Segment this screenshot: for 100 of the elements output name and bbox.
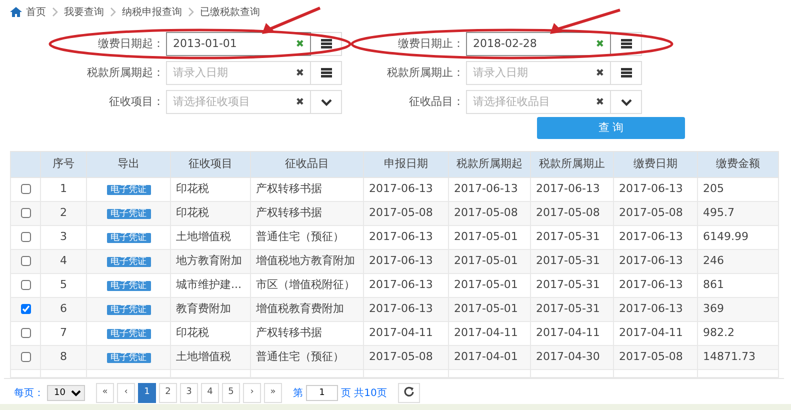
row-checkbox[interactable] — [20, 352, 30, 362]
table-cell: 2017-05-01 — [454, 278, 518, 292]
column-header[interactable]: 序号 — [40, 152, 86, 178]
row-checkbox[interactable] — [20, 256, 30, 266]
chevron-icon — [188, 7, 194, 17]
table-cell: 6149.99 — [703, 230, 748, 244]
table-cell: 982.2 — [703, 326, 734, 340]
column-header[interactable]: 缴费金额 — [698, 152, 778, 178]
page-button[interactable]: 3 — [180, 383, 198, 403]
breadcrumb-link[interactable]: 已缴税款查询 — [200, 4, 260, 20]
input-field[interactable]: 请选择征收项目 ✖ — [166, 90, 311, 114]
page-button[interactable]: » — [264, 383, 282, 403]
column-header[interactable]: 征收品目 — [250, 152, 364, 178]
clear-icon[interactable]: ✖ — [590, 66, 610, 80]
clear-icon[interactable]: ✖ — [290, 66, 310, 80]
row-checkbox[interactable] — [20, 184, 30, 194]
input-field[interactable]: 请录入日期 ✖ — [166, 61, 311, 85]
home-icon — [10, 6, 22, 18]
field-label: 缴费日期起： — [97, 36, 165, 52]
column-header[interactable]: 缴费日期 — [614, 152, 698, 178]
table-cell: 2017-05-31 — [536, 278, 600, 292]
table-cell: 2017-05-31 — [536, 230, 600, 244]
breadcrumb-link[interactable]: 我要查询 — [64, 4, 104, 20]
column-header[interactable]: 征收项目 — [170, 152, 250, 178]
page-button[interactable]: 1 — [138, 383, 156, 403]
table-cell: 495.7 — [703, 206, 734, 220]
column-header[interactable]: 税款所属期止 — [530, 152, 614, 178]
table-cell: 2017-06-13 — [369, 230, 433, 244]
table-cell: 2017-06-13 — [619, 278, 683, 292]
table-cell: 2017-04-11 — [619, 326, 683, 340]
table-cell: 产权转移书据 — [256, 326, 322, 340]
input-field[interactable]: 请录入日期 ✖ — [466, 61, 611, 85]
page-button[interactable]: 5 — [222, 383, 240, 403]
page-button[interactable]: « — [96, 383, 114, 403]
table-cell: 861 — [703, 278, 724, 292]
calendar-button[interactable] — [311, 61, 342, 85]
table-cell: 印花税 — [176, 326, 209, 340]
input-field[interactable]: 2013-01-01 ✖ — [166, 32, 311, 56]
breadcrumb-link[interactable]: 首页 — [26, 4, 46, 20]
row-checkbox[interactable] — [20, 328, 30, 338]
page-button[interactable]: ‹ — [117, 383, 135, 403]
field-label: 征收品目： — [408, 94, 465, 110]
table-cell: 2017-06-13 — [619, 302, 683, 316]
table-cell: 2017-06-13 — [369, 278, 433, 292]
page-input[interactable]: 1 — [306, 385, 338, 401]
clear-icon[interactable]: ✖ — [590, 36, 610, 52]
table-cell: 2017-04-11 — [454, 326, 518, 340]
input-field[interactable]: 请选择征收品目 ✖ — [466, 90, 611, 114]
table-cell: 2017-06-13 — [619, 254, 683, 268]
chevron-down-icon — [620, 98, 632, 106]
table-cell: 增值税地方教育附加 — [256, 254, 355, 268]
row-checkbox[interactable] — [20, 304, 30, 314]
breadcrumb-link[interactable]: 纳税申报查询 — [122, 4, 182, 20]
table-cell: 普通住宅（预征） — [256, 230, 344, 244]
field-label: 征收项目： — [108, 94, 165, 110]
table-cell: 2017-05-01 — [454, 254, 518, 268]
table-cell: 土地增值税 — [176, 230, 231, 244]
table-cell: 2017-06-13 — [619, 230, 683, 244]
table-cell: 7 — [60, 326, 67, 340]
table-cell: 8 — [60, 350, 67, 364]
table-cell: 2017-05-31 — [536, 254, 600, 268]
column-header[interactable]: 税款所属期起 — [448, 152, 530, 178]
clear-icon[interactable]: ✖ — [290, 94, 310, 110]
table-cell: 2017-04-11 — [369, 326, 433, 340]
page-button[interactable]: 2 — [159, 383, 177, 403]
row-checkbox[interactable] — [20, 208, 30, 218]
table-cell: 印花税 — [176, 182, 209, 196]
row-checkbox[interactable] — [20, 232, 30, 242]
table-cell: 2017-06-13 — [369, 302, 433, 316]
table-cell: 城市维护建... — [176, 278, 242, 292]
clear-icon[interactable]: ✖ — [290, 36, 310, 52]
annotation-arrow — [550, 8, 620, 34]
table-cell: 2017-06-13 — [454, 182, 518, 196]
clear-icon[interactable]: ✖ — [590, 94, 610, 110]
column-header[interactable]: 导出 — [86, 152, 170, 178]
table-cell: 2017-05-08 — [369, 350, 433, 364]
table-cell: 2 — [60, 206, 67, 220]
calendar-icon — [320, 68, 332, 78]
dropdown-button[interactable] — [611, 90, 642, 114]
table-cell: 2017-04-11 — [536, 326, 600, 340]
table-cell: 产权转移书据 — [256, 182, 322, 196]
calendar-button[interactable] — [611, 61, 642, 85]
table-cell: 2017-05-08 — [619, 206, 683, 220]
dropdown-button[interactable] — [311, 90, 342, 114]
table-cell: 2017-05-08 — [536, 206, 600, 220]
calendar-icon — [320, 39, 332, 49]
field-label: 税款所属期止： — [386, 64, 465, 81]
table-cell: 2017-05-08 — [619, 350, 683, 364]
page-button[interactable]: 4 — [201, 383, 219, 403]
input-field[interactable]: 2018-02-28 ✖ — [466, 32, 611, 56]
table-cell: 增值税教育费附加 — [256, 302, 344, 316]
table-cell: 2017-06-13 — [369, 182, 433, 196]
table-cell: 14871.73 — [703, 350, 756, 364]
chevron-icon — [110, 7, 116, 17]
column-header[interactable]: 申报日期 — [364, 152, 448, 178]
page-size-select[interactable]: 10 — [47, 385, 85, 401]
row-checkbox[interactable] — [20, 280, 30, 290]
table-cell: 205 — [703, 182, 724, 196]
page-button[interactable]: › — [243, 383, 261, 403]
refresh-button[interactable] — [398, 383, 420, 403]
